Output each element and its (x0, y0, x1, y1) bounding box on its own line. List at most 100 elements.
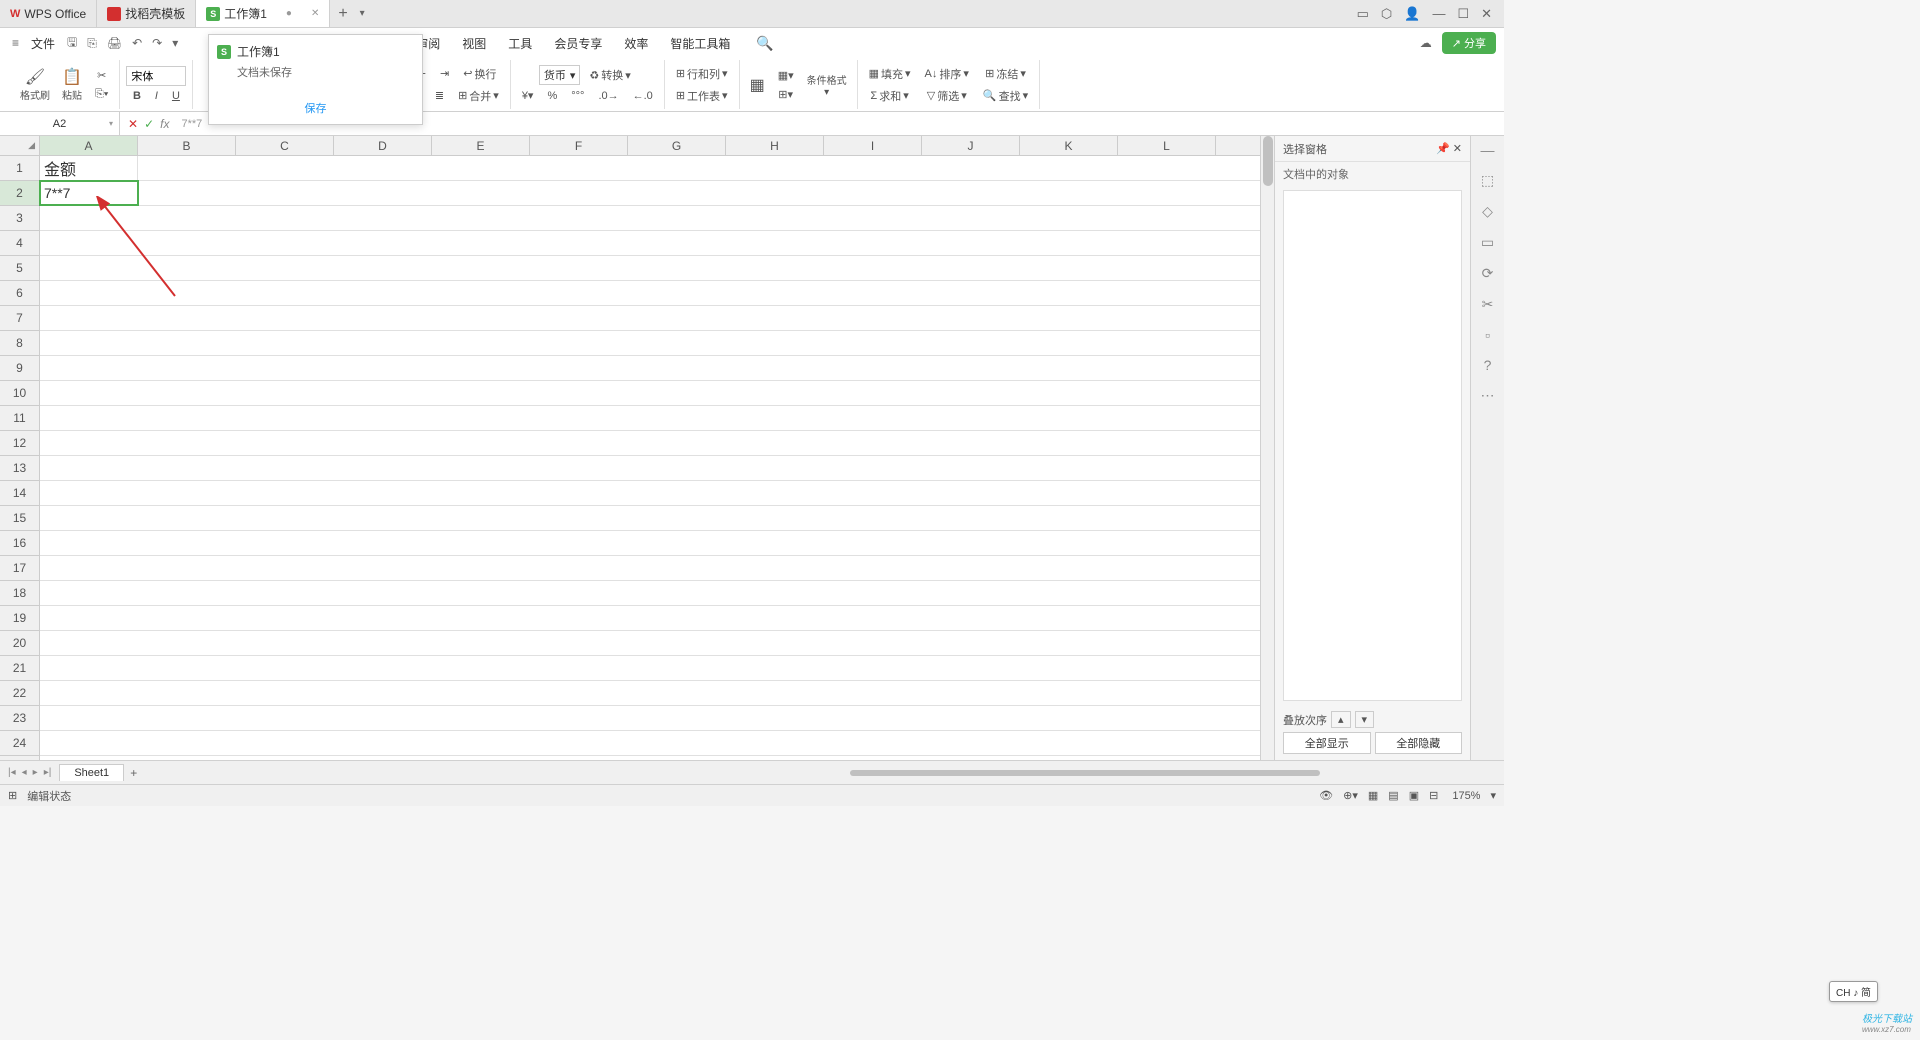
settings-icon[interactable]: ▫ (1485, 327, 1490, 343)
row-header[interactable]: 11 (0, 406, 39, 431)
tab-templates[interactable]: 找稻壳模板 (97, 0, 196, 27)
tab-wps[interactable]: W WPS Office (0, 0, 97, 27)
style-icon[interactable]: ◇ (1482, 203, 1493, 220)
tab-workbook[interactable]: S 工作簿1 ● ✕ (196, 0, 330, 27)
paste-button[interactable]: 📋粘贴 (58, 65, 86, 104)
row-header[interactable]: 19 (0, 606, 39, 631)
format-painter-button[interactable]: 🖌格式刷 (16, 65, 54, 104)
row-header[interactable]: 14 (0, 481, 39, 506)
merge-button[interactable]: ⊞合并▾ (453, 86, 504, 106)
row-header[interactable]: 8 (0, 331, 39, 356)
row-header[interactable]: 22 (0, 681, 39, 706)
next-sheet-icon[interactable]: ▸ (33, 767, 38, 778)
row-header[interactable]: 5 (0, 256, 39, 281)
layout-icon[interactable]: ⊞ (8, 789, 17, 802)
dec-inc-icon[interactable]: .0→ (593, 88, 623, 104)
zoom-value[interactable]: 175% (1452, 790, 1480, 802)
help-icon[interactable]: ? (1484, 357, 1492, 373)
currency-icon[interactable]: ¥▾ (517, 87, 539, 104)
row-header[interactable]: 20 (0, 631, 39, 656)
menu-file[interactable]: 文件 (25, 33, 61, 54)
tab-close-icon[interactable]: ✕ (311, 8, 319, 19)
row-header[interactable]: 18 (0, 581, 39, 606)
wrap-button[interactable]: ↩换行 (458, 64, 501, 84)
name-box[interactable]: A2 (0, 112, 120, 135)
sort-button[interactable]: A↓排序▾ (920, 64, 974, 84)
search-icon[interactable]: 🔍 (752, 33, 777, 54)
col-header[interactable]: G (628, 136, 726, 155)
row-header[interactable]: 7 (0, 306, 39, 331)
chevron-down-icon[interactable]: ▾ (1490, 789, 1496, 802)
minimize-icon[interactable]: — (1432, 6, 1445, 21)
dropdown-icon[interactable]: ▾ (168, 34, 182, 52)
prev-sheet-icon[interactable]: ◂ (22, 767, 27, 778)
zoom-out-icon[interactable]: ⊟ (1429, 789, 1438, 802)
percent-icon[interactable]: % (542, 88, 562, 104)
format-icon[interactable]: ⊞▾ (773, 86, 798, 103)
target-icon[interactable]: ⊕▾ (1343, 789, 1358, 802)
cells[interactable]: 金额 7**7 (40, 156, 1260, 760)
add-sheet-button[interactable]: + (124, 766, 143, 780)
menu-member[interactable]: 会员专享 (544, 31, 612, 56)
close-pane-icon[interactable]: ✕ (1453, 143, 1462, 155)
col-header[interactable]: B (138, 136, 236, 155)
font-select[interactable] (126, 66, 186, 86)
up-icon[interactable]: ▴ (1331, 711, 1351, 728)
save-icon[interactable]: 🖫 (63, 31, 81, 56)
indent-icon[interactable]: ⇥ (435, 65, 454, 82)
italic-button[interactable]: I (150, 88, 163, 104)
cancel-icon[interactable]: ✕ (128, 117, 138, 131)
backup-icon[interactable]: ⟳ (1482, 265, 1494, 282)
underline-button[interactable]: U (167, 88, 185, 104)
row-header[interactable]: 4 (0, 231, 39, 256)
menu-efficiency[interactable]: 效率 (614, 31, 658, 56)
dec-dec-icon[interactable]: ←.0 (628, 88, 658, 104)
hide-all-button[interactable]: 全部隐藏 (1375, 732, 1463, 754)
row-header[interactable]: 13 (0, 456, 39, 481)
sum-button[interactable]: Σ求和▾ (865, 86, 913, 106)
row-header[interactable]: 21 (0, 656, 39, 681)
col-header[interactable]: J (922, 136, 1020, 155)
row-header[interactable]: 16 (0, 531, 39, 556)
show-all-button[interactable]: 全部显示 (1283, 732, 1371, 754)
col-header[interactable]: I (824, 136, 922, 155)
thousands-icon[interactable]: °°° (566, 88, 589, 104)
confirm-icon[interactable]: ✓ (144, 117, 154, 131)
cube-icon[interactable]: ⬡ (1381, 6, 1392, 22)
maximize-icon[interactable]: ☐ (1457, 6, 1469, 22)
print-preview-icon[interactable]: ⎘ (83, 34, 101, 53)
freeze-button[interactable]: ⊞冻结▾ (980, 64, 1031, 84)
sheet-tab-1[interactable]: Sheet1 (59, 764, 124, 781)
tab-add-button[interactable]: + (330, 5, 355, 23)
cell-A1[interactable]: 金额 (40, 156, 138, 180)
vertical-scrollbar[interactable] (1260, 136, 1274, 760)
number-format-select[interactable]: 货币▾ (539, 65, 581, 85)
row-header[interactable]: 12 (0, 431, 39, 456)
undo-icon[interactable]: ↶ (128, 34, 146, 52)
cloud-icon[interactable]: ☁ (1416, 34, 1436, 52)
properties-icon[interactable]: ▭ (1481, 234, 1494, 251)
row-header[interactable]: 15 (0, 506, 39, 531)
redo-icon[interactable]: ↷ (148, 34, 166, 52)
row-header[interactable]: 17 (0, 556, 39, 581)
col-header[interactable]: A (40, 136, 138, 155)
align-center-icon[interactable]: ≣ (430, 87, 449, 104)
view-page-icon[interactable]: ▤ (1388, 789, 1398, 802)
find-button[interactable]: 🔍查找▾ (978, 86, 1033, 106)
view-break-icon[interactable]: ▣ (1409, 789, 1419, 802)
horizontal-scrollbar[interactable] (153, 768, 1494, 778)
menu-hamburger-icon[interactable]: ≡ (8, 34, 23, 52)
view-normal-icon[interactable]: ▦ (1368, 789, 1378, 802)
col-header[interactable]: L (1118, 136, 1216, 155)
col-header[interactable]: E (432, 136, 530, 155)
bold-button[interactable]: B (128, 88, 146, 104)
cut-icon[interactable]: ✂ (92, 67, 111, 84)
select-all-corner[interactable]: ◢ (0, 136, 40, 155)
last-sheet-icon[interactable]: ▸| (44, 767, 52, 778)
minimize-sidebar-icon[interactable]: — (1481, 142, 1495, 158)
row-header[interactable]: 9 (0, 356, 39, 381)
row-header[interactable]: 23 (0, 706, 39, 731)
convert-button[interactable]: ♻转换▾ (584, 65, 635, 85)
row-header[interactable]: 3 (0, 206, 39, 231)
user-icon[interactable]: 👤 (1404, 6, 1420, 22)
